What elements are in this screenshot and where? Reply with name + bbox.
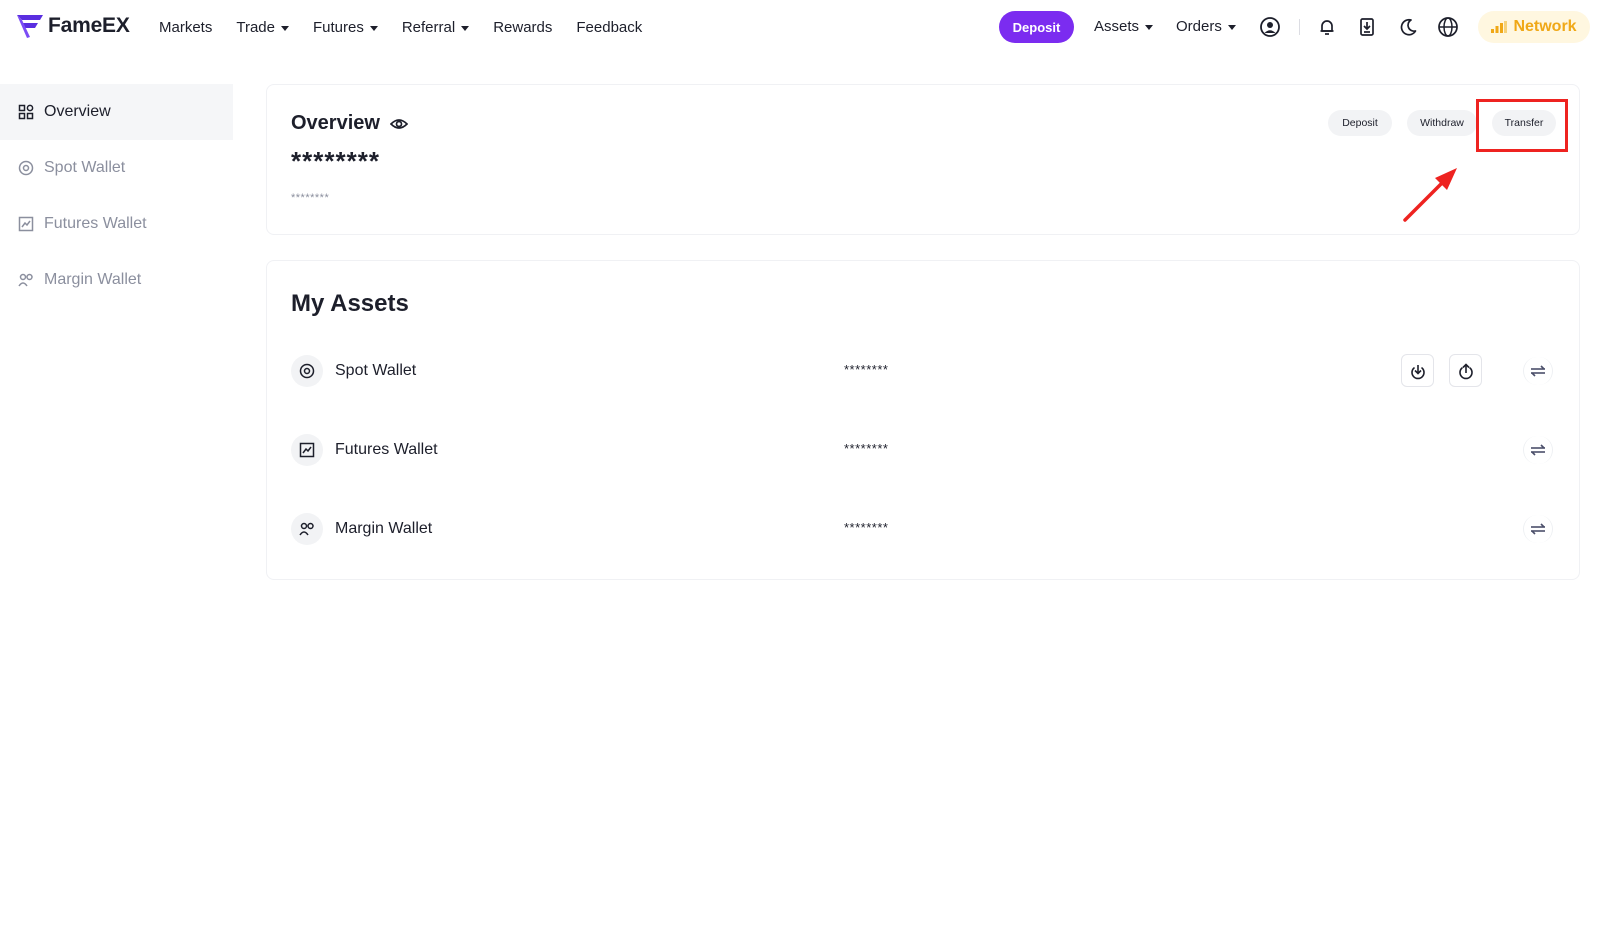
my-assets-card: My Assets Spot Wallet ******** Futures W… [266, 260, 1580, 580]
nav-futures[interactable]: Futures [313, 19, 378, 36]
transfer-icon [1531, 444, 1545, 456]
withdraw-icon [1458, 362, 1473, 379]
chart-icon [18, 216, 34, 232]
spot-transfer-button[interactable] [1523, 357, 1553, 385]
nav-markets[interactable]: Markets [159, 19, 212, 36]
caret-down-icon [461, 25, 470, 31]
nav-rewards-label: Rewards [493, 18, 553, 36]
balance-sub-masked: ******** [291, 192, 330, 204]
asset-row-spot-wallet: Spot Wallet ******** [291, 353, 1557, 389]
brand-name: FameEX [48, 14, 130, 37]
nav-feedback[interactable]: Feedback [576, 19, 642, 36]
asset-row-margin-wallet: Margin Wallet ******** [291, 511, 1557, 547]
sidebar-item-label: Margin Wallet [44, 271, 142, 288]
overview-title-row: Overview [291, 112, 408, 135]
nav-trade[interactable]: Trade [236, 19, 289, 36]
nav-rewards[interactable]: Rewards [493, 19, 552, 36]
moon-icon[interactable] [1397, 16, 1419, 38]
users-icon [291, 513, 323, 545]
header-assets-label: Assets [1094, 18, 1140, 35]
network-label: Network [1513, 18, 1577, 35]
bell-icon[interactable] [1316, 16, 1338, 38]
deposit-icon [1410, 364, 1425, 379]
grid-icon [18, 104, 34, 120]
overview-title: Overview [291, 112, 380, 134]
asset-value-masked: ******** [844, 362, 889, 377]
header-deposit-button[interactable]: Deposit [999, 11, 1074, 43]
header-orders-label: Orders [1176, 18, 1222, 35]
transfer-icon [1531, 365, 1545, 377]
asset-value-masked: ******** [844, 441, 889, 456]
sidebar-item-label: Spot Wallet [44, 159, 126, 176]
chart-icon [291, 434, 323, 466]
top-header: FameEX Markets Trade Futures Referral Re… [0, 0, 1600, 54]
spot-deposit-button[interactable] [1401, 354, 1434, 387]
sidebar-item-futures-wallet[interactable]: Futures Wallet [0, 196, 233, 252]
network-status-button[interactable]: Network [1478, 11, 1590, 43]
caret-down-icon [280, 25, 289, 31]
sidebar-item-label: Overview [44, 103, 111, 120]
sidebar-item-overview[interactable]: Overview [0, 84, 233, 140]
caret-down-icon [369, 25, 378, 31]
brand-logo[interactable]: FameEX [16, 13, 130, 39]
download-app-icon[interactable] [1356, 16, 1378, 38]
overview-deposit-button[interactable]: Deposit [1328, 110, 1392, 136]
my-assets-title: My Assets [291, 290, 409, 317]
asset-row-futures-wallet: Futures Wallet ******** [291, 432, 1557, 468]
globe-icon[interactable] [1437, 16, 1459, 38]
target-icon [291, 355, 323, 387]
nav-markets-label: Markets [159, 18, 213, 36]
sidebar-item-margin-wallet[interactable]: Margin Wallet [0, 252, 233, 308]
sidebar: Overview Spot Wallet Futures Wallet Marg… [0, 84, 233, 308]
asset-name: Margin Wallet [335, 520, 433, 537]
fameex-logo-icon [17, 15, 43, 38]
target-icon [18, 160, 34, 176]
transfer-icon [1531, 523, 1545, 535]
nav-futures-label: Futures [312, 18, 364, 36]
signal-icon [1491, 21, 1508, 33]
caret-down-icon [1145, 25, 1154, 30]
total-balance-masked: ******** [291, 146, 380, 176]
nav-referral-label: Referral [401, 18, 456, 36]
main-nav: Markets Trade Futures Referral Rewards F… [159, 0, 666, 54]
sidebar-item-spot-wallet[interactable]: Spot Wallet [0, 140, 233, 196]
nav-feedback-label: Feedback [576, 18, 643, 36]
eye-icon[interactable] [389, 117, 408, 131]
header-assets-menu[interactable]: Assets [1094, 18, 1154, 35]
spot-withdraw-button[interactable] [1449, 354, 1482, 387]
margin-transfer-button[interactable] [1523, 515, 1553, 543]
header-orders-menu[interactable]: Orders [1176, 18, 1236, 35]
annotation-highlight-box [1476, 99, 1568, 152]
asset-value-masked: ******** [844, 520, 889, 535]
caret-down-icon [1227, 25, 1236, 30]
sidebar-item-label: Futures Wallet [44, 215, 147, 232]
asset-name: Spot Wallet [335, 362, 417, 379]
user-icon[interactable] [1259, 16, 1281, 38]
nav-trade-label: Trade [236, 18, 275, 36]
asset-name: Futures Wallet [335, 441, 438, 458]
users-icon [18, 272, 34, 288]
nav-referral[interactable]: Referral [401, 18, 470, 36]
futures-transfer-button[interactable] [1523, 436, 1553, 464]
header-divider [1299, 19, 1300, 35]
overview-card: Overview ******** ******** Deposit Withd… [266, 84, 1580, 235]
annotation-arrow-icon [1403, 168, 1457, 222]
overview-withdraw-button[interactable]: Withdraw [1407, 110, 1477, 136]
